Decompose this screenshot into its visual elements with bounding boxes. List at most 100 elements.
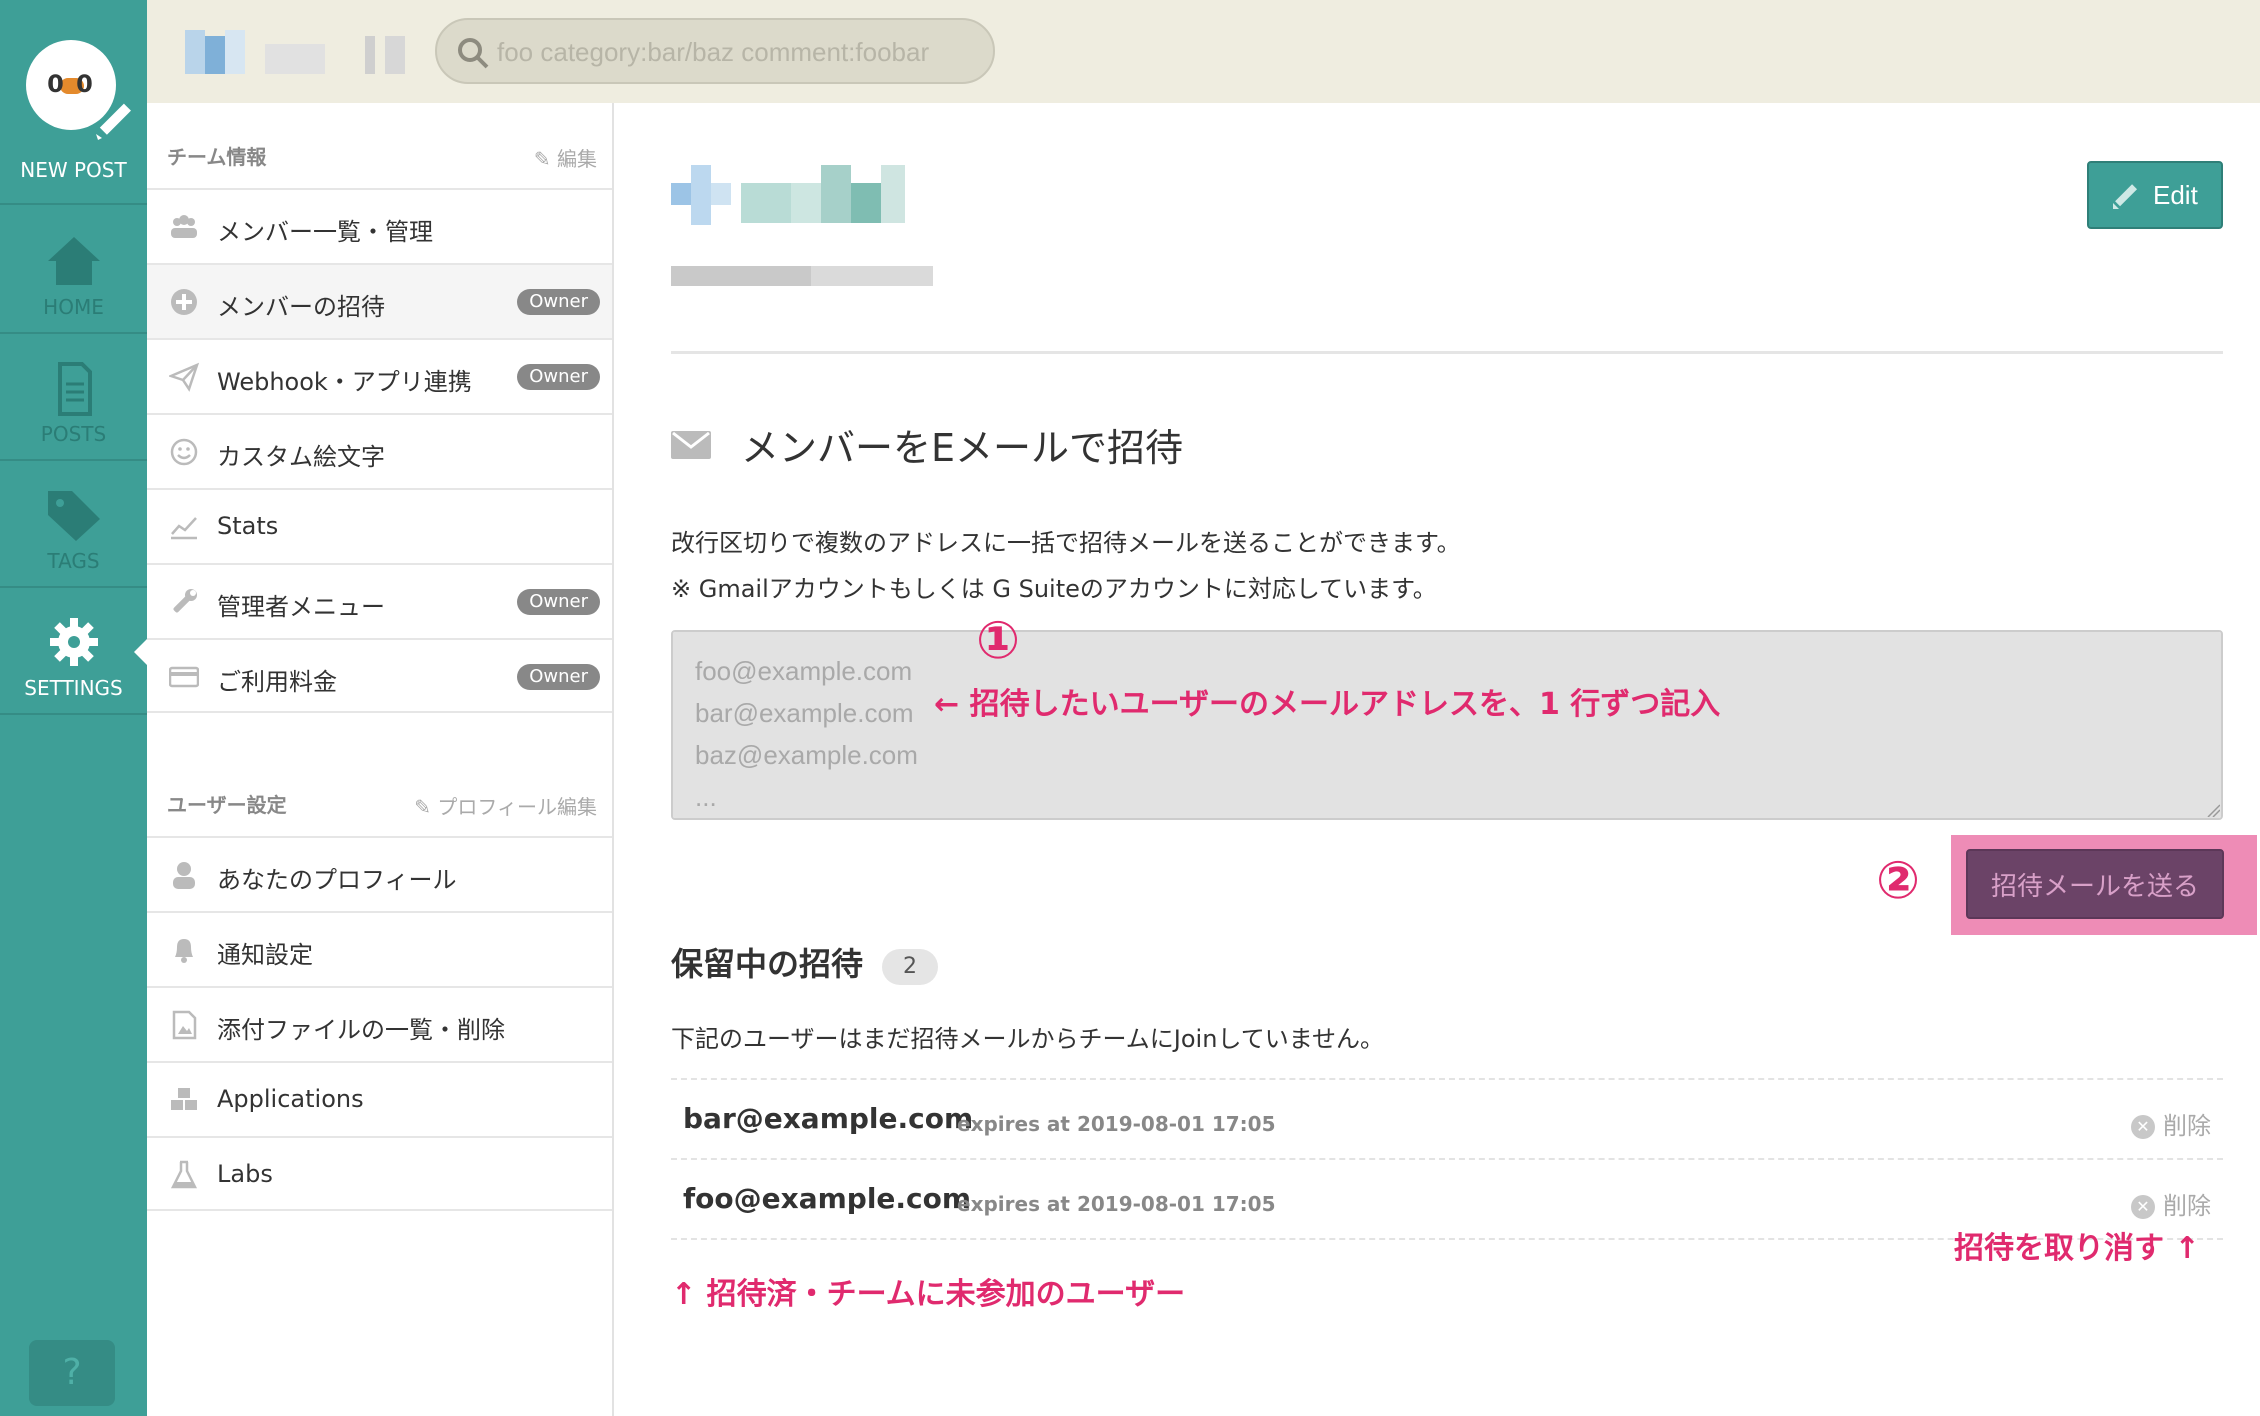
gear-icon: [50, 618, 98, 666]
sidebar-item-label: 通知設定: [217, 941, 313, 969]
close-circle-icon: ✕: [2131, 1115, 2155, 1139]
team-section-title: チーム情報: [167, 145, 267, 169]
sidebar-item-attachments[interactable]: 添付ファイルの一覧・削除: [147, 986, 612, 1061]
invite-expires: expires at 2019-08-01 17:05: [957, 1192, 1276, 1216]
delete-label: 削除: [2163, 1112, 2211, 1140]
user-section-header: ユーザー設定 ✎ プロフィール編集: [167, 789, 597, 829]
sidebar-item-label: カスタム絵文字: [217, 443, 385, 471]
sidebar-item-labs[interactable]: Labs: [147, 1136, 612, 1211]
invite-title: メンバーをEメールで招待: [741, 426, 1184, 470]
annotation-text-1: ← 招待したいユーザーのメールアドレスを、1 行ずつ記入: [934, 687, 1721, 722]
edit-button[interactable]: Edit: [2087, 161, 2223, 229]
left-nav: 0 0 NEW POST HOME POSTS TAGS SETTINGS ?: [0, 0, 148, 1416]
posts-icon: [58, 362, 92, 416]
sidebar-item-profile[interactable]: あなたのプロフィール: [147, 836, 612, 911]
users-icon: [171, 215, 197, 238]
top-bar: [147, 0, 2260, 103]
team-section-header: チーム情報 ✎ 編集: [167, 141, 597, 181]
pencil-icon: [96, 103, 131, 140]
edit-label: Edit: [2153, 180, 2198, 210]
envelope-icon: [671, 431, 711, 459]
home-icon: [48, 237, 100, 285]
invite-description-1: 改行区切りで複数のアドレスに一括で招待メールを送ることができます。: [671, 529, 1461, 557]
bell-icon: [175, 939, 193, 963]
sidebar-item-webhook[interactable]: Webhook・アプリ連携 Owner: [147, 338, 612, 413]
close-circle-icon: ✕: [2131, 1195, 2155, 1219]
user-menu: あなたのプロフィール 通知設定 添付ファイルの一覧・削除 Application…: [147, 836, 612, 1211]
send-button-highlight: 招待メールを送る: [1951, 835, 2257, 935]
invite-row: bar@example.com expires at 2019-08-01 17…: [671, 1078, 2223, 1158]
annotation-step-2: ②: [1876, 851, 1921, 911]
pending-count-badge: 2: [882, 949, 938, 985]
new-post-button[interactable]: 0 0 NEW POST: [0, 0, 147, 205]
cubes-icon: [171, 1088, 197, 1110]
invite-email: foo@example.com: [683, 1182, 972, 1215]
user-icon: [173, 862, 195, 889]
annotation-text-cancel: 招待を取り消す ↑: [1954, 1231, 2200, 1266]
sidebar-item-label: Webhook・アプリ連携: [217, 368, 472, 396]
nav-home-label: HOME: [43, 295, 104, 319]
search-box[interactable]: [435, 18, 995, 84]
profile-edit-link[interactable]: ✎ プロフィール編集: [414, 791, 597, 820]
owner-badge: Owner: [517, 664, 600, 690]
main-content: Edit メンバーをEメールで招待 改行区切りで複数のアドレスに一括で招待メール…: [614, 103, 2260, 1416]
nav-tags-label: TAGS: [47, 549, 100, 573]
sidebar-item-applications[interactable]: Applications: [147, 1061, 612, 1136]
search-icon: [458, 38, 489, 69]
settings-sidebar: チーム情報 ✎ 編集 メンバー一覧・管理 メンバーの招待 Owner Webho…: [147, 103, 614, 1416]
plus-circle-icon: [171, 289, 197, 315]
owner-badge: Owner: [517, 289, 600, 315]
sidebar-item-emoji[interactable]: カスタム絵文字: [147, 413, 612, 488]
owner-badge: Owner: [517, 589, 600, 615]
nav-home[interactable]: HOME: [0, 207, 147, 334]
smile-icon: [170, 438, 198, 466]
team-thumbnail: [185, 30, 405, 74]
pending-invites-title: 保留中の招待: [671, 945, 864, 983]
sidebar-item-billing[interactable]: ご利用料金 Owner: [147, 638, 612, 713]
sidebar-item-invite[interactable]: メンバーの招待 Owner: [147, 263, 612, 338]
resize-handle-icon[interactable]: [2206, 803, 2220, 817]
sidebar-item-stats[interactable]: Stats: [147, 488, 612, 563]
sidebar-item-label: メンバーの招待: [217, 293, 385, 321]
search-input[interactable]: [497, 32, 977, 72]
send-invite-button[interactable]: 招待メールを送る: [1966, 849, 2224, 919]
sidebar-item-label: 管理者メニュー: [217, 593, 385, 621]
tags-icon: [48, 491, 100, 541]
sidebar-item-members[interactable]: メンバー一覧・管理: [147, 188, 612, 263]
nav-settings-label: SETTINGS: [24, 676, 123, 700]
sidebar-item-label: 添付ファイルの一覧・削除: [217, 1016, 505, 1044]
nav-settings[interactable]: SETTINGS: [0, 588, 148, 715]
flask-icon: [170, 1160, 198, 1189]
sidebar-item-label: あなたのプロフィール: [217, 866, 457, 894]
invite-emails-input[interactable]: [671, 630, 2223, 820]
owner-badge: Owner: [517, 364, 600, 390]
pending-invites-description: 下記のユーザーはまだ招待メールからチームにJoinしていません。: [671, 1025, 1384, 1053]
credit-card-icon: [169, 666, 199, 688]
delete-label: 削除: [2163, 1192, 2211, 1220]
sidebar-item-label: ご利用料金: [217, 668, 337, 696]
pencil-icon: [2113, 184, 2138, 209]
invite-expires: expires at 2019-08-01 17:05: [957, 1112, 1276, 1136]
annotation-step-1: ①: [976, 611, 1021, 671]
new-post-label: NEW POST: [20, 158, 127, 182]
sidebar-item-label: Applications: [217, 1085, 364, 1113]
nav-posts-label: POSTS: [40, 422, 107, 446]
team-description-redacted: [671, 266, 933, 286]
team-edit-link[interactable]: ✎ 編集: [534, 143, 597, 172]
divider: [671, 351, 2223, 354]
logo-text: 0 0: [47, 70, 95, 98]
team-name-redacted: [671, 165, 905, 225]
nav-posts[interactable]: POSTS: [0, 334, 147, 461]
nav-tags[interactable]: TAGS: [0, 461, 147, 588]
delete-invite-button[interactable]: ✕ 削除: [2131, 1186, 2211, 1221]
help-button[interactable]: ?: [29, 1340, 115, 1406]
annotation-text-pending: ↑ 招待済・チームに未参加のユーザー: [671, 1277, 1186, 1312]
sidebar-item-label: Stats: [217, 512, 279, 540]
chart-line-icon: [171, 517, 197, 540]
delete-invite-button[interactable]: ✕ 削除: [2131, 1106, 2211, 1141]
team-menu: メンバー一覧・管理 メンバーの招待 Owner Webhook・アプリ連携 Ow…: [147, 188, 612, 713]
sidebar-item-label: メンバー一覧・管理: [217, 218, 433, 246]
sidebar-item-notifications[interactable]: 通知設定: [147, 911, 612, 986]
sidebar-item-admin[interactable]: 管理者メニュー Owner: [147, 563, 612, 638]
user-section-title: ユーザー設定: [167, 793, 287, 817]
